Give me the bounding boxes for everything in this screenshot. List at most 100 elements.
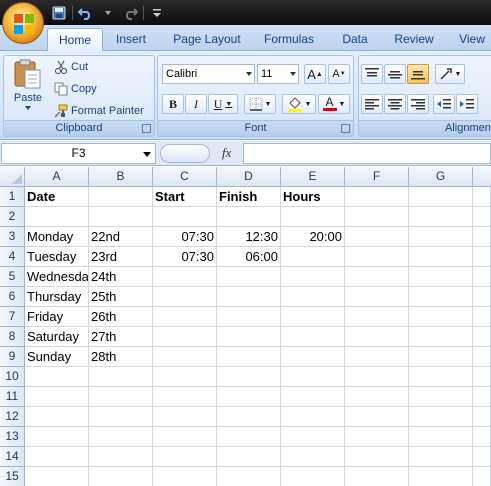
name-box[interactable]: F3 — [1, 143, 156, 164]
tab-data[interactable]: Data — [334, 28, 376, 51]
underline-button[interactable]: U ▼ — [208, 94, 238, 114]
undo-dropdown-icon[interactable] — [99, 5, 117, 21]
cell-f2[interactable] — [345, 207, 409, 227]
cell-c14[interactable] — [153, 447, 217, 467]
font-dialog-launcher-icon[interactable] — [341, 124, 350, 133]
cell-f14[interactable] — [345, 447, 409, 467]
cell-d6[interactable] — [217, 287, 281, 307]
align-left-button[interactable] — [361, 94, 383, 114]
cell-c15[interactable] — [153, 467, 217, 486]
cell-f6[interactable] — [345, 287, 409, 307]
cell-g14[interactable] — [409, 447, 473, 467]
cell-a11[interactable] — [25, 387, 89, 407]
cell-b13[interactable] — [89, 427, 153, 447]
font-name-combo[interactable]: Calibri — [162, 64, 255, 84]
cell-b2[interactable] — [89, 207, 153, 227]
row-header-10[interactable]: 10 — [0, 367, 25, 387]
cell-d5[interactable] — [217, 267, 281, 287]
bold-button[interactable]: B — [162, 94, 184, 114]
cell-f5[interactable] — [345, 267, 409, 287]
cell-b3[interactable]: 22nd — [89, 227, 153, 247]
insert-function-icon[interactable]: fx — [222, 145, 231, 161]
cell-b8[interactable]: 27th — [89, 327, 153, 347]
cell-a10[interactable] — [25, 367, 89, 387]
cell-f1[interactable] — [345, 187, 409, 207]
column-header-g[interactable]: G — [409, 167, 473, 187]
cell-a7[interactable]: Friday — [25, 307, 89, 327]
cell-f8[interactable] — [345, 327, 409, 347]
row-header-7[interactable]: 7 — [0, 307, 25, 327]
cell-c11[interactable] — [153, 387, 217, 407]
cell-g3[interactable] — [409, 227, 473, 247]
cell-e8[interactable] — [281, 327, 345, 347]
cell-b12[interactable] — [89, 407, 153, 427]
align-right-button[interactable] — [407, 94, 429, 114]
cell-a14[interactable] — [25, 447, 89, 467]
cell-c6[interactable] — [153, 287, 217, 307]
cell-partial[interactable] — [473, 427, 491, 447]
font-size-combo[interactable]: 11 — [257, 64, 299, 84]
cell-d7[interactable] — [217, 307, 281, 327]
column-header-a[interactable]: A — [25, 167, 89, 187]
paste-button[interactable]: Paste — [8, 58, 48, 120]
cell-a12[interactable] — [25, 407, 89, 427]
save-icon[interactable] — [50, 5, 68, 21]
customize-qat-icon[interactable] — [148, 5, 166, 21]
column-header-partial[interactable] — [473, 167, 491, 187]
copy-button[interactable]: Copy — [54, 82, 97, 96]
cell-d10[interactable] — [217, 367, 281, 387]
bottom-align-button[interactable] — [407, 64, 429, 84]
cell-e9[interactable] — [281, 347, 345, 367]
italic-button[interactable]: I — [185, 94, 207, 114]
cell-g7[interactable] — [409, 307, 473, 327]
row-header-2[interactable]: 2 — [0, 207, 25, 227]
cell-e12[interactable] — [281, 407, 345, 427]
cell-e10[interactable] — [281, 367, 345, 387]
row-header-6[interactable]: 6 — [0, 287, 25, 307]
cell-a5[interactable]: Wednesday — [25, 267, 89, 287]
cell-e13[interactable] — [281, 427, 345, 447]
cell-g1[interactable] — [409, 187, 473, 207]
cell-d4[interactable]: 06:00 — [217, 247, 281, 267]
column-header-d[interactable]: D — [217, 167, 281, 187]
cell-a13[interactable] — [25, 427, 89, 447]
cell-d15[interactable] — [217, 467, 281, 486]
tab-home[interactable]: Home — [47, 28, 103, 51]
cell-b6[interactable]: 25th — [89, 287, 153, 307]
cell-c12[interactable] — [153, 407, 217, 427]
cell-c8[interactable] — [153, 327, 217, 347]
tab-review[interactable]: Review — [388, 28, 440, 51]
row-header-15[interactable]: 15 — [0, 467, 25, 486]
cell-partial[interactable] — [473, 287, 491, 307]
clipboard-dialog-launcher-icon[interactable] — [142, 124, 151, 133]
cell-a6[interactable]: Thursday — [25, 287, 89, 307]
cell-partial[interactable] — [473, 267, 491, 287]
tab-formulas[interactable]: Formulas — [258, 28, 320, 51]
column-header-e[interactable]: E — [281, 167, 345, 187]
cell-c13[interactable] — [153, 427, 217, 447]
cell-d9[interactable] — [217, 347, 281, 367]
column-header-c[interactable]: C — [153, 167, 217, 187]
cell-g15[interactable] — [409, 467, 473, 486]
cell-partial[interactable] — [473, 367, 491, 387]
decrease-indent-button[interactable] — [433, 94, 455, 114]
cell-g10[interactable] — [409, 367, 473, 387]
cell-a1[interactable]: Date — [25, 187, 89, 207]
cell-b7[interactable]: 26th — [89, 307, 153, 327]
cell-g4[interactable] — [409, 247, 473, 267]
borders-button[interactable]: ▼ — [244, 94, 276, 114]
redo-icon[interactable] — [121, 5, 139, 21]
cell-f13[interactable] — [345, 427, 409, 447]
cell-c10[interactable] — [153, 367, 217, 387]
row-header-11[interactable]: 11 — [0, 387, 25, 407]
tab-view[interactable]: View — [452, 28, 491, 51]
cell-e6[interactable] — [281, 287, 345, 307]
cell-b1[interactable] — [89, 187, 153, 207]
cell-a8[interactable]: Saturday — [25, 327, 89, 347]
cell-c3[interactable]: 07:30 — [153, 227, 217, 247]
cell-d11[interactable] — [217, 387, 281, 407]
cell-d14[interactable] — [217, 447, 281, 467]
cell-partial[interactable] — [473, 187, 491, 207]
cell-f7[interactable] — [345, 307, 409, 327]
cell-partial[interactable] — [473, 207, 491, 227]
